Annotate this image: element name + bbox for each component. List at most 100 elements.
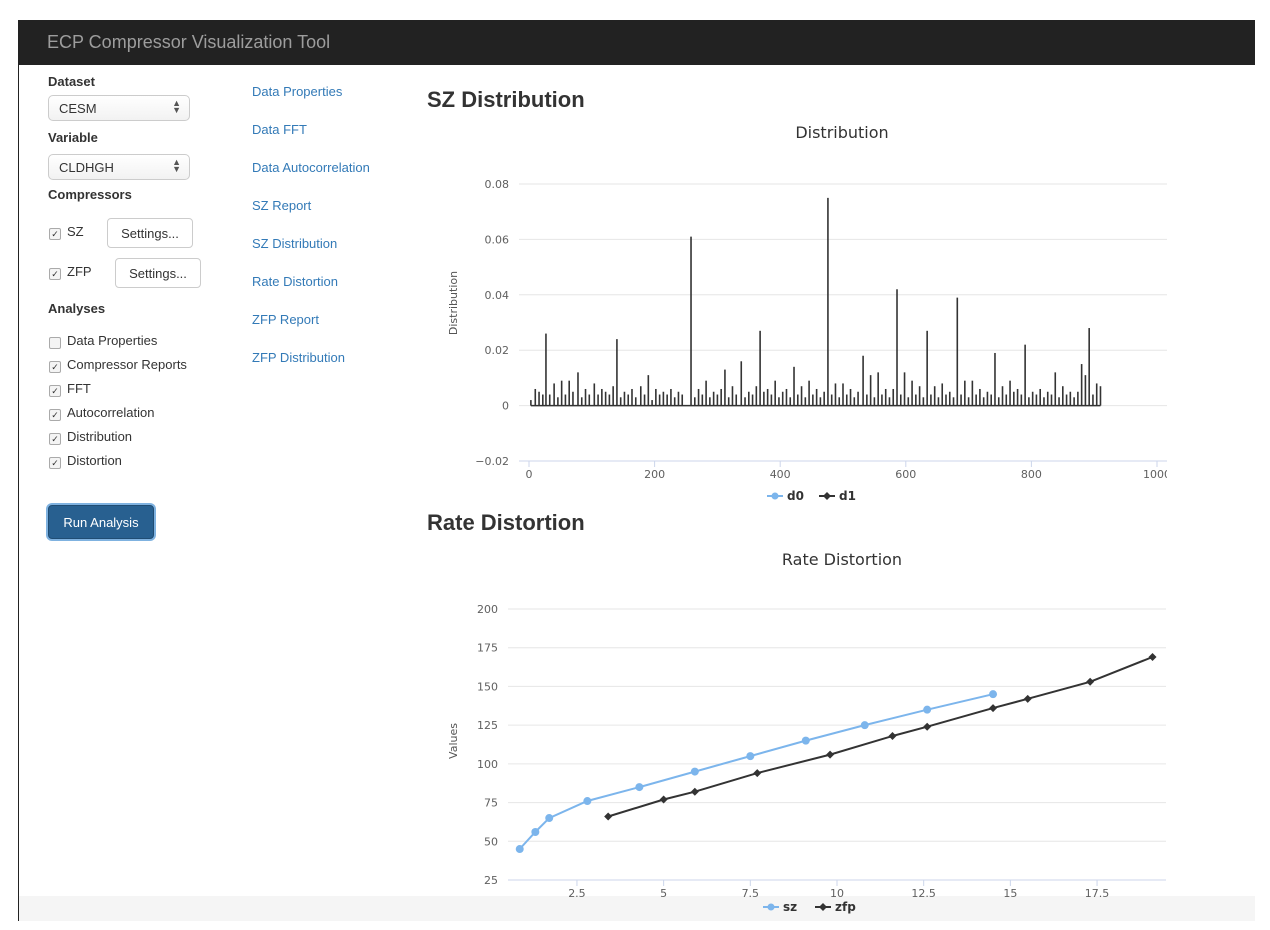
- point-zfp: [826, 750, 835, 759]
- analysis-label: Compressor Reports: [67, 357, 187, 372]
- x-tick-label: 17.5: [1085, 887, 1110, 900]
- zfp-checkbox[interactable]: ✓: [49, 268, 61, 280]
- point-sz: [923, 705, 932, 714]
- chart-title: Rate Distortion: [782, 550, 902, 569]
- legend-marker-sz: [767, 903, 775, 911]
- zfp-checkbox-label: ZFP: [67, 264, 92, 279]
- analysis-checkbox-distortion[interactable]: ✓: [49, 457, 61, 469]
- sz-distribution-heading: SZ Distribution: [427, 87, 585, 112]
- point-zfp: [923, 722, 932, 731]
- point-sz: [989, 690, 998, 699]
- y-tick-label: 175: [477, 642, 498, 655]
- point-sz: [515, 845, 524, 854]
- zfp-settings-button[interactable]: Settings...: [115, 258, 201, 288]
- analysis-label: Autocorrelation: [67, 405, 155, 420]
- point-sz: [583, 797, 592, 806]
- analysis-label: Data Properties: [67, 333, 158, 348]
- navbar: ECP Compressor Visualization Tool: [19, 21, 1255, 65]
- point-zfp: [888, 731, 897, 740]
- analysis-checkbox-fft[interactable]: ✓: [49, 385, 61, 397]
- point-sz: [801, 736, 810, 745]
- legend-marker-d0: [771, 492, 779, 500]
- y-tick-label: 125: [477, 719, 498, 732]
- x-tick-label: 600: [895, 468, 916, 481]
- analysis-label: Distortion: [67, 453, 122, 468]
- x-tick-label: 10: [830, 887, 844, 900]
- point-zfp: [1023, 694, 1032, 703]
- compressors-label: Compressors: [48, 187, 132, 202]
- point-zfp: [1148, 653, 1157, 662]
- nav-link-data-properties[interactable]: Data Properties: [252, 84, 342, 99]
- x-tick-label: 400: [770, 468, 791, 481]
- distribution-chart: Distribution Distribution −0.02 0 0.02 0.04…: [447, 123, 1167, 502]
- point-zfp: [989, 704, 998, 713]
- x-tick-label: 5: [660, 887, 667, 900]
- variable-select[interactable]: CLDHGH ▲ ▼: [48, 154, 190, 180]
- y-tick-label: 200: [477, 603, 498, 616]
- y-tick-label: 0.08: [485, 178, 510, 191]
- x-tick-label: 0: [526, 468, 533, 481]
- point-sz: [545, 814, 554, 823]
- x-tick-label: 7.5: [742, 887, 760, 900]
- variable-select-value: CLDHGH: [59, 160, 114, 175]
- dataset-label: Dataset: [48, 74, 95, 89]
- point-sz: [860, 721, 869, 730]
- analysis-checkbox-autocorrelation[interactable]: ✓: [49, 409, 61, 421]
- rate-distortion-chart: Rate Distortion Values 25 50 75 100 125 150 17…: [447, 550, 1166, 914]
- analysis-label: FFT: [67, 381, 91, 396]
- legend-label-sz: sz: [783, 900, 797, 914]
- dataset-select[interactable]: CESM ▲ ▼: [48, 95, 190, 121]
- sz-checkbox[interactable]: ✓: [49, 228, 61, 240]
- nav-link-rate-distortion[interactable]: Rate Distortion: [252, 274, 338, 289]
- y-tick-label: −0.02: [475, 455, 509, 468]
- y-axis-label: Distribution: [447, 271, 460, 335]
- x-tick-label: 15: [1003, 887, 1017, 900]
- point-zfp: [690, 787, 699, 796]
- analysis-label: Distribution: [67, 429, 133, 444]
- run-analysis-button[interactable]: Run Analysis: [48, 505, 154, 539]
- y-tick-label: 0: [502, 400, 509, 413]
- rate-distortion-heading: Rate Distortion: [427, 510, 585, 535]
- analysis-checkbox-distribution[interactable]: ✓: [49, 433, 61, 445]
- point-sz: [746, 752, 755, 761]
- analyses-label: Analyses: [48, 301, 106, 316]
- analysis-checkbox-data-properties[interactable]: [49, 337, 61, 349]
- select-arrows-icon: ▲ ▼: [172, 98, 181, 115]
- y-tick-label: 0.06: [485, 233, 510, 246]
- analysis-checkbox-compressor-reports[interactable]: ✓: [49, 361, 61, 373]
- x-tick-label: 200: [644, 468, 665, 481]
- nav-link-sz-report[interactable]: SZ Report: [252, 198, 311, 213]
- legend-label-zfp: zfp: [835, 900, 856, 914]
- series-line-zfp: [607, 656, 1153, 818]
- legend-label-d1: d1: [839, 489, 856, 502]
- y-tick-label: 150: [477, 680, 498, 693]
- app-title[interactable]: ECP Compressor Visualization Tool: [47, 32, 330, 53]
- variable-label: Variable: [48, 130, 98, 145]
- nav-link-data-autocorrelation[interactable]: Data Autocorrelation: [252, 160, 370, 175]
- x-tick-label: 2.5: [568, 887, 586, 900]
- nav-link-data-fft[interactable]: Data FFT: [252, 122, 307, 137]
- sz-checkbox-label: SZ: [67, 224, 84, 239]
- point-sz: [690, 767, 699, 776]
- y-tick-label: 0.04: [485, 289, 510, 302]
- point-zfp: [753, 769, 762, 778]
- legend-marker-zfp: [819, 903, 827, 911]
- sz-settings-button[interactable]: Settings...: [107, 218, 193, 248]
- select-arrows-icon: ▲ ▼: [172, 157, 181, 174]
- nav-link-zfp-report[interactable]: ZFP Report: [252, 312, 319, 327]
- x-tick-label: 12.5: [911, 887, 936, 900]
- legend-label-d0: d0: [787, 489, 804, 502]
- point-sz: [635, 783, 644, 792]
- nav-link-zfp-distribution[interactable]: ZFP Distribution: [252, 350, 345, 365]
- y-tick-label: 100: [477, 758, 498, 771]
- y-tick-label: 0.02: [485, 344, 510, 357]
- y-tick-label: 25: [484, 874, 498, 887]
- app-frame: ECP Compressor Visualization Tool Datase…: [18, 20, 1255, 921]
- x-tick-label: 800: [1021, 468, 1042, 481]
- x-tick-label: 1000: [1143, 468, 1167, 481]
- point-zfp: [604, 812, 613, 821]
- y-axis-label: Values: [447, 723, 460, 759]
- y-tick-label: 75: [484, 797, 498, 810]
- dataset-select-value: CESM: [59, 101, 97, 116]
- nav-link-sz-distribution[interactable]: SZ Distribution: [252, 236, 337, 251]
